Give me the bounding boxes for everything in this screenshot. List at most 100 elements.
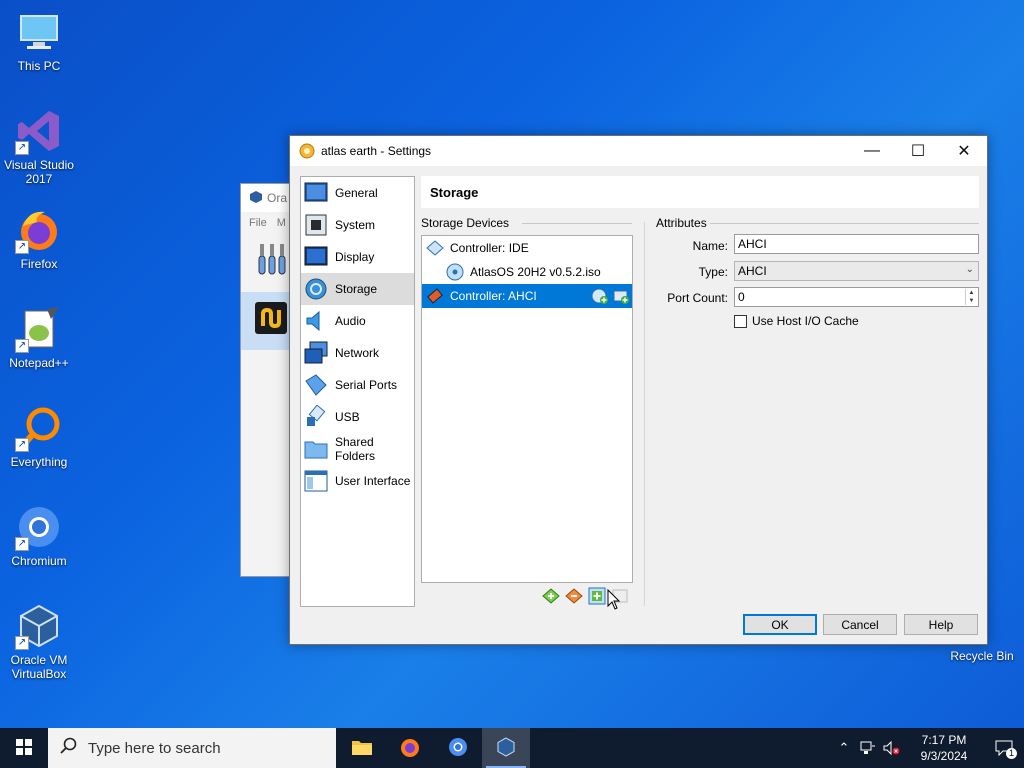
clock-date: 9/3/2024 (920, 749, 968, 763)
chevron-up-icon[interactable]: ⌃ (832, 740, 856, 756)
display-icon (304, 245, 328, 269)
nav-item-storage[interactable]: Storage (301, 273, 414, 305)
add-hard-disk-icon[interactable] (612, 287, 630, 305)
shortcut-arrow-icon: ↗ (15, 141, 29, 155)
taskbar-firefox[interactable] (386, 728, 434, 768)
taskbar-clock[interactable]: 7:17 PM 9/3/2024 (904, 732, 984, 764)
remove-controller-icon[interactable] (565, 587, 583, 605)
desktop-icon-notepad-plus-plus[interactable]: ↗ Notepad++ (0, 305, 78, 370)
add-controller-icon[interactable] (542, 587, 560, 605)
nav-item-display[interactable]: Display (301, 241, 414, 273)
start-button[interactable] (0, 728, 48, 768)
minimize-icon: — (864, 142, 880, 159)
desktop-icon-label: Everything (10, 455, 68, 469)
ok-button[interactable]: OK (743, 614, 817, 635)
menu-file[interactable]: File (249, 217, 267, 229)
add-optical-drive-icon[interactable] (591, 287, 609, 305)
menu-machine[interactable]: M (277, 217, 286, 229)
nav-item-network[interactable]: Network (301, 337, 414, 369)
desktop-icon-virtualbox[interactable]: ↗ Oracle VM VirtualBox (0, 602, 78, 681)
nav-label: Storage (335, 282, 378, 296)
desktop-icon-label: Oracle VM VirtualBox (10, 653, 68, 681)
tree-item-controller-ahci[interactable]: Controller: AHCI (422, 284, 632, 308)
taskbar-virtualbox[interactable] (482, 728, 530, 768)
settings-dialog[interactable]: atlas earth - Settings — ☐ ✕ General Sys… (289, 135, 988, 645)
desktop-icon-chromium[interactable]: ↗ Chromium (0, 503, 78, 568)
tree-item-controller-ide[interactable]: Controller: IDE (422, 236, 632, 260)
shortcut-arrow-icon: ↗ (15, 438, 29, 452)
maximize-button[interactable]: ☐ (895, 136, 941, 166)
port-count-stepper[interactable]: 0 ▲ ▼ (734, 287, 979, 307)
shortcut-arrow-icon: ↗ (15, 240, 29, 254)
audio-icon (304, 309, 328, 333)
notification-icon: 1 (995, 740, 1017, 759)
virtualbox-icon (249, 190, 263, 207)
maximize-icon: ☐ (910, 143, 926, 160)
desktop-icon-label: Firefox (20, 257, 58, 271)
panel-divider (644, 222, 645, 606)
serial-ports-icon (304, 373, 328, 397)
firefox-icon (399, 736, 421, 761)
nav-item-shared-folders[interactable]: Shared Folders (301, 433, 414, 465)
desktop-icon-everything[interactable]: ↗ Everything (0, 404, 78, 469)
taskbar-search-box[interactable]: Type here to search (48, 728, 336, 768)
nav-item-user-interface[interactable]: User Interface (301, 465, 414, 497)
desktop-icon-visual-studio[interactable]: ↗ Visual Studio 2017 (0, 107, 78, 186)
nav-item-audio[interactable]: Audio (301, 305, 414, 337)
firefox-icon: ↗ (15, 206, 63, 254)
cancel-button[interactable]: Cancel (823, 614, 897, 635)
chromium-icon (447, 736, 469, 761)
name-label: Name: (692, 239, 728, 253)
stepper-arrows-icon[interactable]: ▲ ▼ (965, 289, 977, 305)
nav-item-serial-ports[interactable]: Serial Ports (301, 369, 414, 401)
taskbar-chromium[interactable] (434, 728, 482, 768)
port-count-label: Port Count: (667, 291, 728, 305)
help-button[interactable]: Help (904, 614, 978, 635)
type-select-value: AHCI (738, 264, 767, 278)
clock-time: 7:17 PM (921, 733, 967, 747)
storage-icon (304, 277, 328, 301)
virtualbox-icon (495, 736, 517, 761)
type-select[interactable]: AHCI ⌄ (734, 261, 979, 281)
vm-os-icon (255, 302, 287, 337)
desktop-icon-label: Recycle Bin (950, 649, 1014, 663)
mouse-cursor-icon (607, 588, 621, 614)
sata-controller-icon (426, 287, 444, 305)
system-icon (304, 213, 328, 237)
tree-label: Controller: AHCI (450, 289, 537, 303)
dialog-titlebar[interactable]: atlas earth - Settings — ☐ ✕ (290, 136, 987, 166)
desktop-icon-firefox[interactable]: ↗ Firefox (0, 206, 78, 271)
shared-folders-icon (304, 437, 328, 461)
nav-label: USB (335, 410, 360, 424)
network-icon (304, 341, 328, 365)
action-center-button[interactable]: 1 (984, 740, 1024, 759)
notepad-plus-plus-icon: ↗ (15, 305, 63, 353)
minimize-button[interactable]: — (849, 136, 895, 166)
nav-label: System (335, 218, 376, 232)
nav-item-system[interactable]: System (301, 209, 414, 241)
host-io-cache-checkbox[interactable]: Use Host I/O Cache (734, 314, 859, 328)
tree-item-iso[interactable]: AtlasOS 20H2 v0.5.2.iso (422, 260, 632, 284)
add-attachment-icon[interactable] (588, 587, 606, 605)
general-icon (304, 181, 328, 205)
name-input[interactable]: AHCI (734, 234, 979, 254)
search-icon (60, 737, 78, 759)
gear-icon (299, 143, 315, 159)
settings-nav: General System Display Storage Audio Net… (300, 176, 415, 607)
desktop-icon-this-pc[interactable]: This PC (0, 8, 78, 73)
nav-label: Serial Ports (335, 378, 398, 392)
checkbox-box[interactable] (734, 314, 747, 328)
system-tray: ⌃ 7:17 PM 9/3/2024 1 (832, 728, 1024, 768)
taskbar-file-explorer[interactable] (338, 728, 386, 768)
nav-label: Network (335, 346, 380, 360)
storage-tree[interactable]: Controller: IDE AtlasOS 20H2 v0.5.2.iso … (421, 235, 633, 583)
group-divider (522, 223, 632, 224)
volume-muted-icon[interactable] (880, 741, 904, 755)
nav-item-general[interactable]: General (301, 177, 414, 209)
network-status-icon[interactable] (856, 741, 880, 755)
nav-label: Shared Folders (335, 435, 376, 463)
nav-item-usb[interactable]: USB (301, 401, 414, 433)
manager-title: Ora (267, 191, 288, 205)
close-button[interactable]: ✕ (941, 136, 987, 166)
shortcut-arrow-icon: ↗ (15, 537, 29, 551)
